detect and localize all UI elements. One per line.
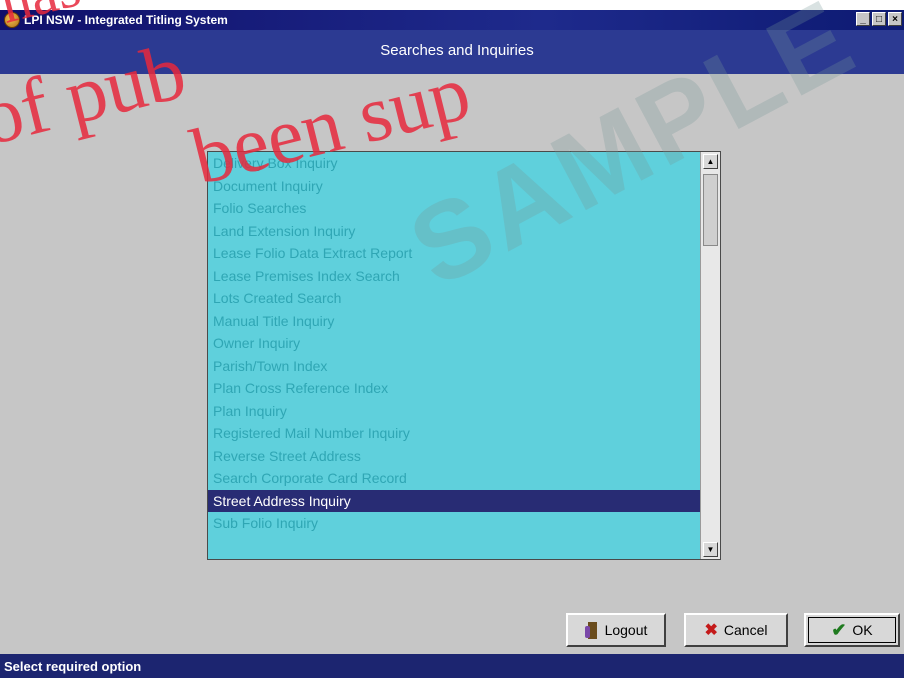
- cancel-label: Cancel: [723, 622, 768, 638]
- inquiry-listbox[interactable]: Delivery Box Inquiry Document Inquiry Foli…: [207, 151, 721, 560]
- logout-label: Logout: [604, 622, 648, 638]
- list-items: Delivery Box Inquiry Document Inquiry Foli…: [208, 152, 700, 535]
- list-item[interactable]: Lease Folio Data Extract Report: [208, 242, 700, 265]
- logout-button[interactable]: Logout: [566, 613, 666, 647]
- list-item[interactable]: Street Address Inquiry: [208, 489, 700, 512]
- window-title: LPI NSW - Integrated Titling System: [24, 13, 228, 27]
- vertical-scrollbar[interactable]: ▲ ▼: [700, 152, 720, 559]
- page-header: Searches and Inquiries: [0, 30, 904, 74]
- list-item[interactable]: Owner Inquiry: [208, 332, 700, 355]
- list-item[interactable]: Delivery Box Inquiry: [208, 152, 700, 175]
- ok-label: OK: [852, 622, 873, 638]
- list-item[interactable]: Document Inquiry: [208, 175, 700, 198]
- app-logo-icon: [4, 12, 20, 28]
- list-item[interactable]: Land Extension Inquiry: [208, 220, 700, 243]
- list-item[interactable]: Parish/Town Index: [208, 355, 700, 378]
- logout-icon: [584, 621, 599, 639]
- minimize-button[interactable]: _: [856, 12, 870, 26]
- status-text: Select required option: [4, 658, 142, 674]
- close-button[interactable]: ×: [888, 12, 902, 26]
- scroll-down-button[interactable]: ▼: [703, 542, 718, 557]
- window-controls: _ □ ×: [856, 12, 902, 26]
- title-bar[interactable]: LPI NSW - Integrated Titling System _ □ …: [0, 10, 904, 30]
- list-item[interactable]: Sub Folio Inquiry: [208, 512, 700, 535]
- ok-button[interactable]: ✔ OK: [804, 613, 900, 647]
- list-item[interactable]: Manual Title Inquiry: [208, 310, 700, 333]
- check-mark-icon: ✔: [831, 619, 847, 640]
- list-item[interactable]: Registered Mail Number Inquiry: [208, 422, 700, 445]
- scroll-thumb[interactable]: [703, 174, 718, 246]
- list-item[interactable]: Plan Inquiry: [208, 400, 700, 423]
- list-item[interactable]: Plan Cross Reference Index: [208, 377, 700, 400]
- list-item[interactable]: Search Corporate Card Record: [208, 467, 700, 490]
- list-item[interactable]: Reverse Street Address: [208, 445, 700, 468]
- scroll-up-button[interactable]: ▲: [703, 154, 718, 169]
- page-title: Searches and Inquiries: [380, 42, 534, 59]
- x-cross-icon: ✖: [704, 622, 718, 639]
- cancel-button[interactable]: ✖ Cancel: [684, 613, 788, 647]
- maximize-button[interactable]: □: [872, 12, 886, 26]
- list-item[interactable]: Lease Premises Index Search: [208, 265, 700, 288]
- list-item[interactable]: Lots Created Search: [208, 287, 700, 310]
- list-item[interactable]: Folio Searches: [208, 197, 700, 220]
- status-bar: Select required option: [0, 654, 904, 678]
